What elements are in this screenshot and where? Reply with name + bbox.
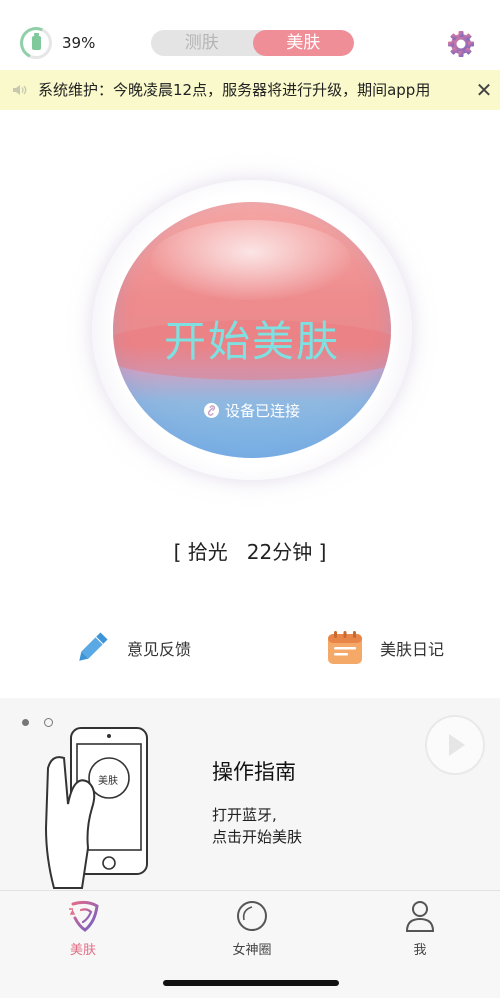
tab-me[interactable]: 我 (365, 899, 475, 961)
carousel-dot-active[interactable] (22, 719, 29, 726)
diary-label: 美肤日记 (380, 640, 445, 659)
notice-bar: 系统维护：今晚凌晨12点，服务器将进行升级，期间app用 ✕ (0, 70, 500, 110)
calendar-icon (328, 631, 362, 664)
feedback-button[interactable]: 意见反馈 (73, 628, 191, 668)
play-icon[interactable] (425, 715, 485, 775)
tab-beauty-home[interactable]: 美肤 (28, 899, 138, 961)
face-icon (69, 900, 99, 932)
user-icon (405, 901, 435, 932)
device-status: 设备已连接 (113, 400, 391, 421)
circle-icon (237, 901, 267, 931)
device-status-label: 设备已连接 (224, 402, 300, 420)
tab-goddess-circle[interactable]: 女神圈 (197, 899, 307, 961)
tab-beauty[interactable]: 美肤 (252, 30, 354, 56)
tab-skin-test[interactable]: 测肤 (151, 30, 253, 56)
speaker-icon (13, 85, 27, 95)
mode-toggle: 测肤 美肤 (151, 30, 354, 56)
start-beauty-button[interactable]: 开始美肤 设备已连接 (113, 202, 391, 458)
tab-label: 我 (413, 943, 427, 958)
orb-shine (151, 220, 351, 300)
guide-panel: 美肤 操作指南 打开蓝牙, 点击开始美肤 (0, 698, 500, 890)
feedback-label: 意见反馈 (127, 640, 192, 659)
guide-description: 打开蓝牙, 点击开始美肤 (212, 804, 302, 848)
guide-title: 操作指南 (212, 760, 296, 784)
diary-button[interactable]: 美肤日记 (326, 628, 444, 668)
top-bar: 39% 测肤 美肤 (0, 0, 500, 70)
battery-indicator (15, 22, 57, 64)
mode-duration[interactable]: [ 拾光 22分钟 ] (0, 536, 500, 565)
guide-desc-line2: 点击开始美肤 (212, 828, 303, 846)
home-indicator[interactable] (163, 980, 339, 986)
battery-percent: 39% (62, 34, 96, 52)
link-icon (203, 403, 219, 418)
guide-desc-line1: 打开蓝牙, (212, 806, 277, 824)
gear-icon[interactable] (446, 29, 476, 59)
close-icon[interactable]: ✕ (474, 80, 494, 100)
battery-icon (32, 33, 41, 50)
tab-label: 美肤 (69, 943, 96, 958)
phone-hand-illustration (44, 727, 148, 889)
orb-title: 开始美肤 (163, 317, 340, 366)
notice-text: 系统维护：今晚凌晨12点，服务器将进行升级，期间app用 (38, 81, 431, 99)
tab-label: 女神圈 (232, 943, 272, 958)
phone-button-label: 美肤 (98, 776, 118, 787)
pencil-icon (79, 632, 108, 661)
